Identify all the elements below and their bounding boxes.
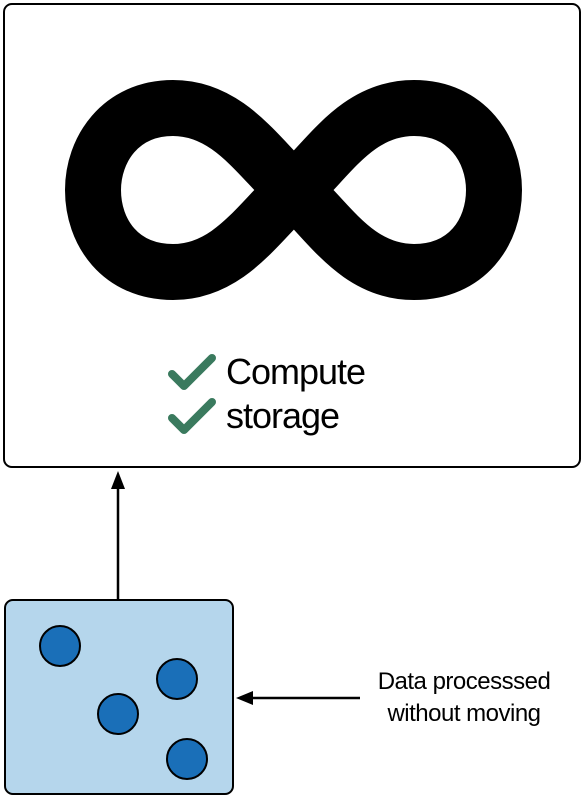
annotation-line-1: Data processsed [377,668,551,695]
left-arrow [236,691,360,705]
data-point [97,693,139,735]
data-point [166,738,208,780]
data-point [156,658,198,700]
data-annotation: Data processsed without moving [352,666,576,730]
data-store-box [4,599,234,795]
upward-arrow [111,471,125,600]
annotation-line-2: without moving [387,700,541,727]
data-point [39,625,81,667]
